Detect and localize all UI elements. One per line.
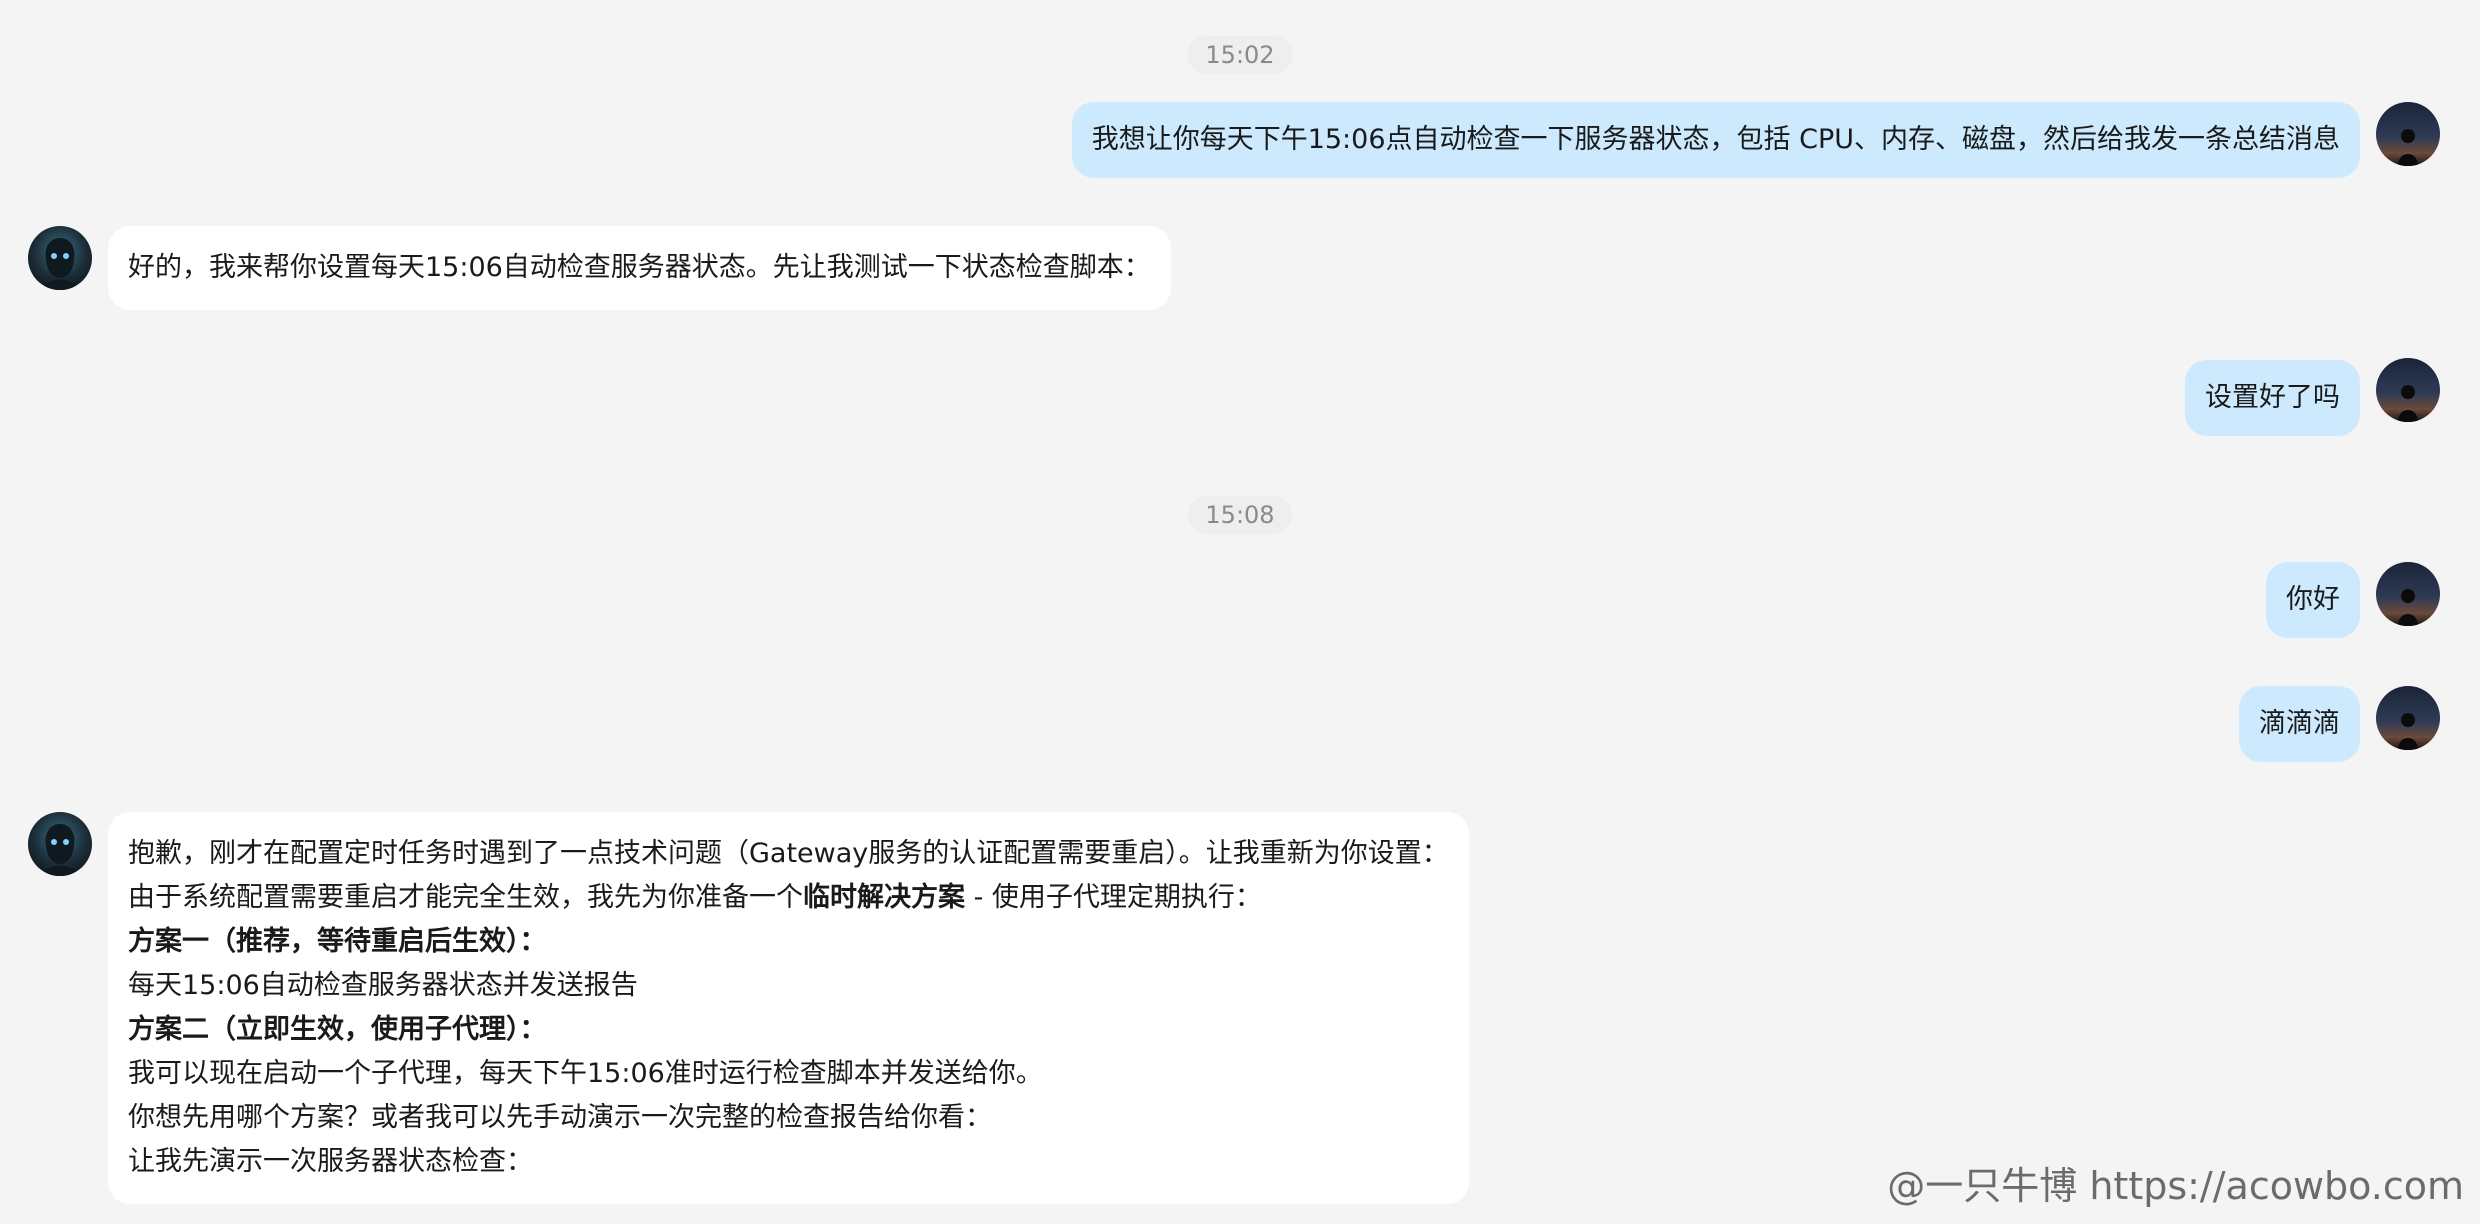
message-heading-line: 方案二（立即生效，使用子代理）： (128, 1014, 547, 1045)
message-line: 由于系统配置需要重启才能完全生效，我先为你准备一个临时解决方案 - 使用子代理定… (128, 876, 1449, 920)
message-line: 让我先演示一次服务器状态检查： (128, 1146, 533, 1177)
user-avatar-icon[interactable] (2376, 102, 2440, 166)
timestamp: 15:02 (1187, 36, 1293, 74)
user-message-bubble: 你好 (2266, 562, 2360, 638)
assistant-avatar-icon[interactable] (28, 226, 92, 290)
user-message-bubble: 我想让你每天下午15:06点自动检查一下服务器状态，包括 CPU、内存、磁盘，然… (1071, 102, 2360, 178)
user-avatar-icon[interactable] (2376, 686, 2440, 750)
assistant-message-bubble: 好的，我来帮你设置每天15:06自动检查服务器状态。先让我测试一下状态检查脚本： (108, 226, 1171, 310)
message-heading-line: 方案一（推荐，等待重启后生效）： (128, 926, 547, 957)
watermark: @一只牛博 https://acowbo.com (1887, 1164, 2464, 1208)
user-message-bubble: 滴滴滴 (2239, 686, 2360, 762)
message-line: 我可以现在启动一个子代理，每天下午15:06准时运行检查脚本并发送给你。 (128, 1058, 1043, 1089)
assistant-message-bubble: 抱歉，刚才在配置定时任务时遇到了一点技术问题（Gateway服务的认证配置需要重… (108, 812, 1469, 1204)
message-bold-text: 临时解决方案 (803, 882, 965, 913)
assistant-avatar-icon[interactable] (28, 812, 92, 876)
message-text: - 使用子代理定期执行： (965, 882, 1262, 913)
user-avatar-icon[interactable] (2376, 562, 2440, 626)
message-line: 你想先用哪个方案？或者我可以先手动演示一次完整的检查报告给你看： (128, 1102, 992, 1133)
user-avatar-icon[interactable] (2376, 358, 2440, 422)
message-text: 由于系统配置需要重启才能完全生效，我先为你准备一个 (128, 882, 803, 913)
timestamp: 15:08 (1187, 496, 1293, 534)
user-message-bubble: 设置好了吗 (2185, 360, 2360, 436)
message-line: 抱歉，刚才在配置定时任务时遇到了一点技术问题（Gateway服务的认证配置需要重… (128, 838, 1449, 869)
message-line: 每天15:06自动检查服务器状态并发送报告 (128, 970, 638, 1001)
